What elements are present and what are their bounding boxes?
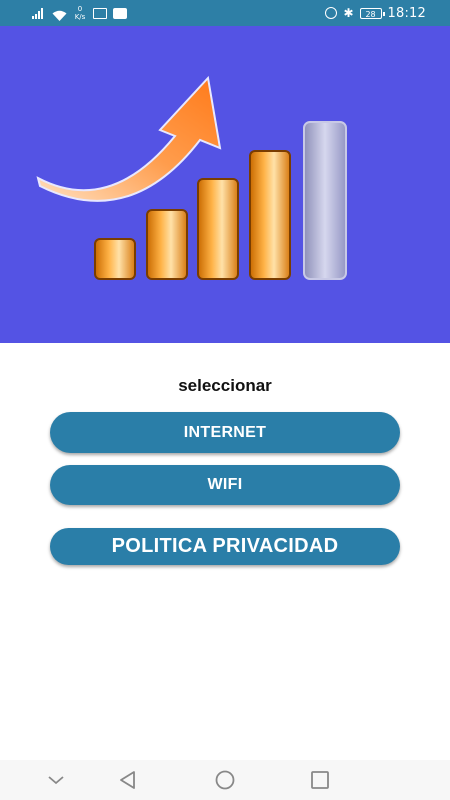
net-speed-value: 0 xyxy=(77,5,83,13)
battery-icon: 28 xyxy=(359,7,385,19)
notification-icon xyxy=(113,7,127,19)
status-bar: 0 K/s ✱ 28 18:12 xyxy=(0,0,450,26)
bluetooth-icon: ✱ xyxy=(343,6,354,20)
chart-bar xyxy=(146,209,188,280)
net-speed-unit: K/s xyxy=(74,13,86,21)
chart-bar xyxy=(249,150,291,280)
screen-icon xyxy=(93,7,107,19)
wifi-button[interactable]: WIFI xyxy=(50,465,400,505)
net-speed: 0 K/s xyxy=(73,5,87,21)
navigation-bar xyxy=(0,760,450,800)
recents-icon[interactable] xyxy=(308,768,332,792)
chart-bar xyxy=(94,238,136,280)
growth-arrow-icon xyxy=(36,75,222,202)
back-icon[interactable] xyxy=(116,768,140,792)
header-banner xyxy=(0,26,450,343)
chart-bar xyxy=(303,121,347,280)
internet-button[interactable]: INTERNET xyxy=(50,412,400,453)
clock: 18:12 xyxy=(387,5,426,21)
wifi-icon xyxy=(52,7,67,21)
home-icon[interactable] xyxy=(213,768,237,792)
alarm-icon xyxy=(325,7,338,19)
chart-bar xyxy=(197,178,239,280)
chevron-down-icon[interactable] xyxy=(44,768,68,792)
battery-level: 28 xyxy=(365,9,376,19)
select-prompt: seleccionar xyxy=(178,376,272,395)
signal-icon xyxy=(32,7,46,19)
growth-chart-illustration xyxy=(36,75,347,280)
privacy-policy-button[interactable]: POLITICA PRIVACIDAD xyxy=(50,528,400,565)
